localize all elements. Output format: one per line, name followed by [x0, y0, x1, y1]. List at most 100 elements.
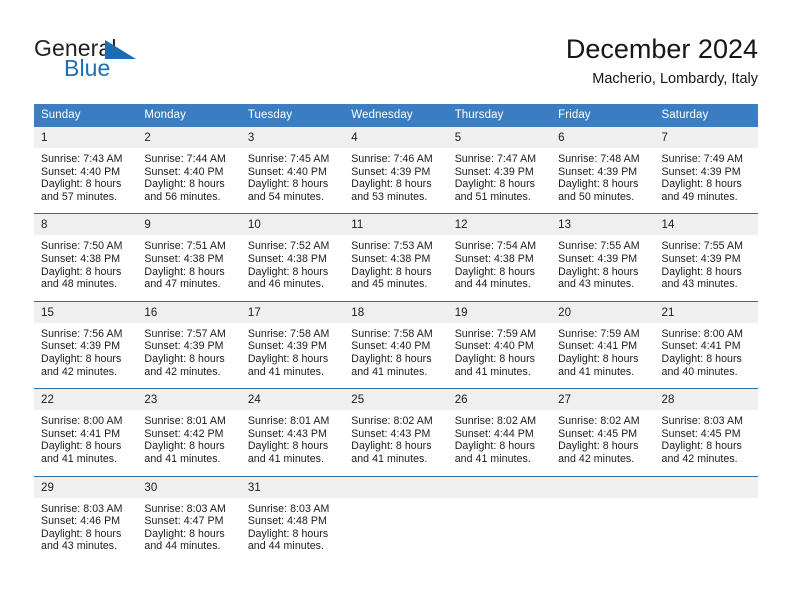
day-number: 15 [34, 301, 138, 323]
brand-name-blue: Blue [64, 55, 111, 81]
day-daylight-line1-text: Daylight: 8 hours [454, 265, 536, 278]
calendar-day-cell[interactable]: 3 Sunrise: 7:45 AM Sunset: 4:40 PM Daylight… [240, 127, 345, 214]
day-sunrise-text: Sunrise: 7:55 AM [661, 240, 744, 253]
calendar-day-cell[interactable]: 23 Sunrise: 8:01 AM Sunset: 4:42 PM Dayligh… [137, 388, 241, 476]
calendar-day-cell[interactable]: 27 Sunrise: 8:02 AM Sunset: 4:45 PM Dayligh… [551, 388, 655, 476]
day-daylight-line2-text: and 42 minutes. [661, 452, 738, 465]
day-daylight-line1-text: Daylight: 8 hours [351, 440, 432, 453]
calendar-day-cell[interactable]: 1 Sunrise: 7:43 AM Sunset: 4:40 PM Daylight… [34, 127, 138, 214]
day-sunset-text: Sunset: 4:43 PM [351, 427, 431, 440]
day-sunrise-text: Sunrise: 7:56 AM [41, 327, 123, 340]
calendar-day-cell[interactable]: 21 Sunrise: 8:00 AM Sunset: 4:41 PM Dayligh… [654, 300, 758, 389]
calendar-day-cell[interactable]: 20 Sunrise: 7:59 AM Sunset: 4:41 PM Dayligh… [551, 300, 655, 389]
calendar-day-cell[interactable]: 16 Sunrise: 7:57 AM Sunset: 4:39 PM Dayligh… [137, 300, 241, 389]
day-details: Sunrise: 8:03 AM Sunset: 4:48 PM Daylight:… [241, 498, 344, 563]
day-daylight-line1-text: Daylight: 8 hours [41, 527, 122, 540]
day-sunset-text: Sunset: 4:40 PM [144, 165, 224, 178]
calendar-day-cell[interactable]: 6 Sunrise: 7:48 AM Sunset: 4:39 PM Daylight… [551, 127, 655, 214]
calendar-day-cell[interactable]: 12 Sunrise: 7:54 AM Sunset: 4:38 PM Dayligh… [447, 213, 552, 302]
calendar-week-row: 1 Sunrise: 7:43 AM Sunset: 4:40 PM Daylight… [34, 127, 758, 214]
calendar-day-cell[interactable]: 25 Sunrise: 8:02 AM Sunset: 4:43 PM Dayligh… [344, 388, 448, 476]
day-daylight-line2-text: and 41 minutes. [351, 365, 428, 378]
day-number [654, 476, 758, 498]
day-number [447, 476, 552, 498]
day-sunrise-text: Sunrise: 7:48 AM [558, 153, 640, 165]
day-daylight-line1-text: Daylight: 8 hours [558, 352, 639, 365]
calendar-day-cell[interactable]: 8 Sunrise: 7:50 AM Sunset: 4:38 PM Daylight… [34, 213, 138, 302]
calendar-day-cell[interactable]: 14 Sunrise: 7:55 AM Sunset: 4:39 PM Dayligh… [654, 213, 758, 302]
day-sunset-text: Sunset: 4:39 PM [558, 252, 638, 265]
calendar-day-cell[interactable]: 13 Sunrise: 7:55 AM Sunset: 4:39 PM Dayligh… [551, 213, 655, 302]
day-daylight-line1-text: Daylight: 8 hours [558, 265, 639, 278]
day-sunrise-text: Sunrise: 8:01 AM [247, 415, 330, 428]
day-sunset-text: Sunset: 4:39 PM [661, 252, 741, 265]
calendar-day-cell[interactable]: 17 Sunrise: 7:58 AM Sunset: 4:39 PM Dayligh… [240, 300, 345, 389]
day-details: Sunrise: 8:02 AM Sunset: 4:45 PM Daylight:… [551, 410, 654, 475]
day-daylight-line2-text: and 41 minutes. [247, 365, 324, 378]
day-sunset-text: Sunset: 4:43 PM [247, 427, 327, 440]
day-sunset-text: Sunset: 4:39 PM [351, 165, 431, 178]
calendar-day-cell[interactable]: 11 Sunrise: 7:53 AM Sunset: 4:38 PM Dayligh… [344, 213, 448, 302]
day-daylight-line1-text: Daylight: 8 hours [558, 440, 639, 453]
day-number: 24 [240, 389, 345, 411]
calendar-day-cell[interactable]: 31 Sunrise: 8:03 AM Sunset: 4:48 PM Dayligh… [240, 475, 345, 563]
day-details: Sunrise: 8:03 AM Sunset: 4:45 PM Daylight:… [655, 410, 758, 475]
calendar-day-cell[interactable]: 22 Sunrise: 8:00 AM Sunset: 4:41 PM Dayligh… [34, 388, 138, 476]
calendar-day-cell[interactable]: 9 Sunrise: 7:51 AM Sunset: 4:38 PM Daylight… [137, 213, 241, 302]
day-sunrise-text: Sunrise: 7:59 AM [454, 327, 537, 340]
calendar-day-cell[interactable]: 4 Sunrise: 7:46 AM Sunset: 4:39 PM Daylight… [344, 127, 448, 214]
day-daylight-line1-text: Daylight: 8 hours [247, 265, 329, 278]
day-details: Sunrise: 7:51 AM Sunset: 4:38 PM Daylight:… [137, 235, 240, 300]
day-sunrise-text: Sunrise: 8:02 AM [558, 415, 640, 428]
day-number: 21 [654, 301, 758, 323]
calendar-day-cell[interactable]: 15 Sunrise: 7:56 AM Sunset: 4:39 PM Dayligh… [34, 300, 138, 389]
day-sunset-text: Sunset: 4:40 PM [454, 340, 534, 353]
day-sunset-text: Sunset: 4:39 PM [247, 340, 327, 353]
calendar-week-row: 29 Sunrise: 8:03 AM Sunset: 4:46 PM Dayligh… [34, 475, 758, 563]
day-daylight-line2-text: and 40 minutes. [661, 365, 738, 378]
day-sunset-text: Sunset: 4:41 PM [661, 340, 741, 353]
day-sunset-text: Sunset: 4:47 PM [144, 515, 224, 528]
day-sunset-text: Sunset: 4:48 PM [247, 515, 327, 528]
day-sunset-text: Sunset: 4:38 PM [144, 252, 224, 265]
calendar-empty-cell [344, 475, 448, 563]
calendar-day-cell[interactable]: 29 Sunrise: 8:03 AM Sunset: 4:46 PM Dayligh… [34, 475, 138, 563]
day-number: 4 [344, 127, 448, 148]
day-daylight-line1-text: Daylight: 8 hours [144, 352, 225, 365]
day-sunset-text: Sunset: 4:38 PM [351, 252, 431, 265]
day-sunrise-text: Sunrise: 7:55 AM [558, 240, 640, 253]
day-details: Sunrise: 7:53 AM Sunset: 4:38 PM Daylight:… [344, 235, 447, 300]
day-daylight-line2-text: and 43 minutes. [661, 278, 738, 291]
day-details: Sunrise: 8:01 AM Sunset: 4:42 PM Daylight:… [137, 410, 240, 475]
day-details: Sunrise: 8:01 AM Sunset: 4:43 PM Daylight:… [241, 410, 344, 475]
brand-logo: General Blue [34, 33, 274, 93]
day-daylight-line2-text: and 54 minutes. [247, 190, 324, 203]
calendar-header-row: Sunday Monday Tuesday Wednesday Thursday… [34, 104, 758, 127]
day-number: 2 [137, 127, 241, 148]
day-number: 17 [240, 301, 345, 323]
day-daylight-line2-text: and 47 minutes. [144, 278, 221, 291]
page-location: Macherio, Lombardy, Italy [592, 71, 758, 87]
calendar-day-cell[interactable]: 18 Sunrise: 7:58 AM Sunset: 4:40 PM Dayligh… [344, 300, 448, 389]
day-daylight-line1-text: Daylight: 8 hours [144, 178, 225, 191]
day-number: 23 [137, 389, 241, 411]
calendar-day-cell[interactable]: 30 Sunrise: 8:03 AM Sunset: 4:47 PM Dayligh… [137, 475, 241, 563]
day-sunrise-text: Sunrise: 7:57 AM [144, 327, 226, 340]
day-details: Sunrise: 8:03 AM Sunset: 4:46 PM Daylight:… [34, 498, 137, 563]
day-sunrise-text: Sunrise: 8:02 AM [454, 415, 537, 428]
calendar-empty-cell [654, 475, 758, 563]
day-number: 11 [344, 214, 448, 236]
calendar-day-cell[interactable]: 10 Sunrise: 7:52 AM Sunset: 4:38 PM Dayligh… [240, 213, 345, 302]
day-daylight-line1-text: Daylight: 8 hours [661, 352, 742, 365]
calendar-day-cell[interactable]: 24 Sunrise: 8:01 AM Sunset: 4:43 PM Dayligh… [240, 388, 345, 476]
day-daylight-line2-text: and 49 minutes. [661, 190, 738, 203]
calendar-day-cell[interactable]: 28 Sunrise: 8:03 AM Sunset: 4:45 PM Dayligh… [654, 388, 758, 476]
calendar-day-cell[interactable]: 7 Sunrise: 7:49 AM Sunset: 4:39 PM Daylight… [654, 127, 758, 214]
calendar-day-cell[interactable]: 2 Sunrise: 7:44 AM Sunset: 4:40 PM Daylight… [137, 127, 241, 214]
day-details: Sunrise: 7:49 AM Sunset: 4:39 PM Daylight:… [655, 148, 758, 213]
calendar-day-cell[interactable]: 19 Sunrise: 7:59 AM Sunset: 4:40 PM Dayligh… [447, 300, 552, 389]
day-number: 28 [654, 389, 758, 411]
day-number: 14 [654, 214, 758, 236]
calendar-day-cell[interactable]: 26 Sunrise: 8:02 AM Sunset: 4:44 PM Dayligh… [447, 388, 552, 476]
calendar-day-cell[interactable]: 5 Sunrise: 7:47 AM Sunset: 4:39 PM Daylight… [447, 127, 552, 214]
